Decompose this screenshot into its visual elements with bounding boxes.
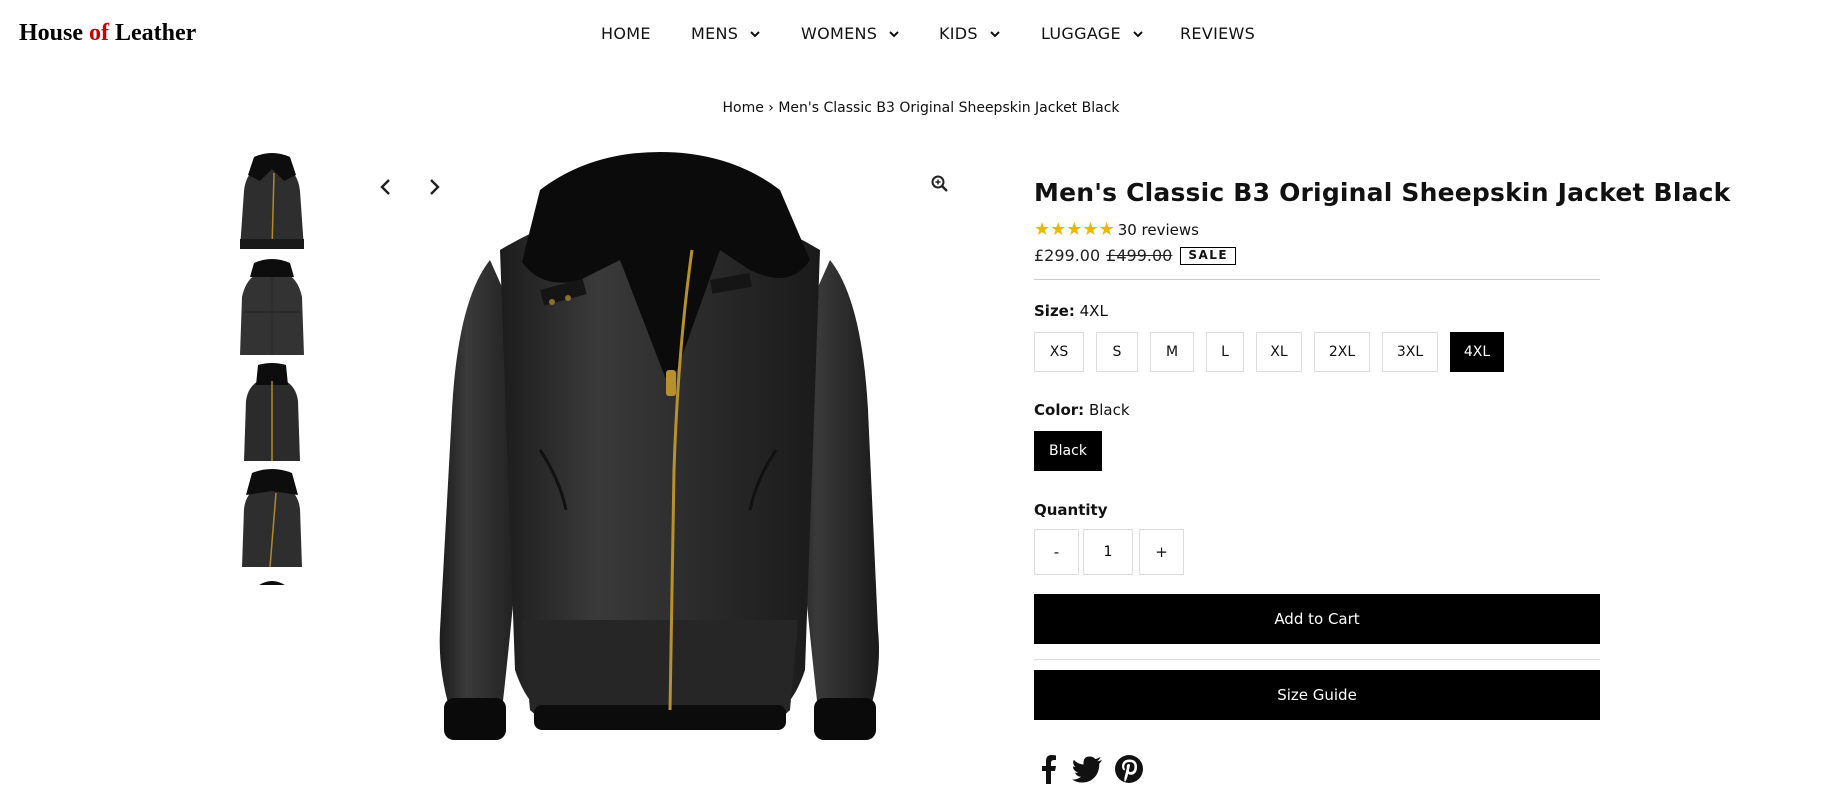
breadcrumb-separator: › bbox=[763, 100, 779, 116]
chevron-down-icon bbox=[990, 30, 1000, 37]
chevron-left-icon[interactable] bbox=[375, 176, 397, 198]
twitter-icon[interactable] bbox=[1072, 754, 1104, 788]
color-label: Color: Black bbox=[1034, 401, 1600, 419]
color-label-text: Color: bbox=[1034, 401, 1085, 419]
size-option-s[interactable]: S bbox=[1096, 332, 1138, 372]
breadcrumb: Home › Men's Classic B3 Original Sheepsk… bbox=[0, 100, 1842, 116]
sale-badge: SALE bbox=[1180, 246, 1237, 265]
nav-womens-label: WOMENS bbox=[801, 24, 878, 43]
size-option-4xl[interactable]: 4XL bbox=[1450, 332, 1504, 372]
nav-womens[interactable]: WOMENS bbox=[801, 24, 901, 43]
size-option-xl[interactable]: XL bbox=[1256, 332, 1302, 372]
chevron-down-icon bbox=[889, 30, 899, 37]
thumbnail-front-closed[interactable] bbox=[224, 363, 320, 461]
thumbnail-list bbox=[224, 151, 320, 585]
social-share bbox=[1034, 754, 1600, 788]
current-price: £299.00 bbox=[1034, 246, 1101, 265]
nav-luggage[interactable]: LUGGAGE bbox=[1041, 24, 1145, 43]
size-option-l[interactable]: L bbox=[1206, 332, 1244, 372]
nav-reviews[interactable]: REVIEWS bbox=[1180, 24, 1255, 43]
thumbnail-partial[interactable] bbox=[224, 575, 320, 585]
size-label: Size: 4XL bbox=[1034, 302, 1600, 320]
star-rating-icon: ★★★★★ bbox=[1034, 219, 1115, 240]
rating[interactable]: ★★★★★ 30 reviews bbox=[1034, 219, 1600, 240]
nav-home-label: HOME bbox=[601, 24, 651, 43]
product-main-image[interactable] bbox=[430, 150, 890, 790]
product-title: Men's Classic B3 Original Sheepskin Jack… bbox=[1034, 178, 1731, 207]
divider bbox=[1034, 659, 1600, 660]
thumbnail-back[interactable] bbox=[224, 257, 320, 355]
nav-kids-label: KIDS bbox=[939, 24, 978, 43]
thumbnail-front-open[interactable] bbox=[224, 151, 320, 249]
review-count[interactable]: 30 reviews bbox=[1118, 221, 1199, 239]
quantity-decrease-button[interactable]: - bbox=[1034, 529, 1079, 575]
color-options: Black bbox=[1034, 431, 1600, 471]
size-option-2xl[interactable]: 2XL bbox=[1314, 332, 1370, 372]
quantity-input[interactable] bbox=[1083, 529, 1133, 575]
thumbnail-side[interactable] bbox=[224, 469, 320, 567]
breadcrumb-home[interactable]: Home bbox=[723, 100, 764, 116]
size-option-m[interactable]: M bbox=[1150, 332, 1194, 372]
size-options: XS S M L XL 2XL 3XL 4XL bbox=[1034, 332, 1600, 372]
chevron-down-icon bbox=[1133, 30, 1143, 37]
quantity-label: Quantity bbox=[1034, 501, 1108, 519]
pinterest-icon[interactable] bbox=[1114, 754, 1144, 788]
size-label-text: Size: bbox=[1034, 302, 1075, 320]
color-selected-value: Black bbox=[1088, 401, 1130, 419]
size-option-xs[interactable]: XS bbox=[1034, 332, 1084, 372]
original-price: £499.00 bbox=[1106, 246, 1173, 265]
breadcrumb-current: Men's Classic B3 Original Sheepskin Jack… bbox=[778, 100, 1120, 116]
nav-kids[interactable]: KIDS bbox=[939, 24, 1002, 43]
chevron-down-icon bbox=[750, 30, 760, 37]
price-row: £299.00 £499.00 SALE bbox=[1034, 246, 1600, 265]
add-to-cart-button[interactable]: Add to Cart bbox=[1034, 594, 1600, 644]
nav-luggage-label: LUGGAGE bbox=[1041, 24, 1121, 43]
size-guide-button[interactable]: Size Guide bbox=[1034, 670, 1600, 720]
zoom-icon[interactable] bbox=[930, 174, 950, 194]
nav-mens-label: MENS bbox=[691, 24, 739, 43]
color-option-black[interactable]: Black bbox=[1034, 431, 1102, 471]
nav-reviews-label: REVIEWS bbox=[1180, 24, 1256, 43]
quantity-increase-button[interactable]: + bbox=[1139, 529, 1184, 575]
facebook-icon[interactable] bbox=[1034, 754, 1062, 788]
nav-mens[interactable]: MENS bbox=[691, 24, 762, 43]
size-selected-value: 4XL bbox=[1079, 302, 1108, 320]
product-info: Men's Classic B3 Original Sheepskin Jack… bbox=[1034, 178, 1731, 788]
nav-home[interactable]: HOME bbox=[601, 24, 651, 43]
size-option-3xl[interactable]: 3XL bbox=[1382, 332, 1438, 372]
divider bbox=[1034, 279, 1600, 280]
quantity-stepper: - + bbox=[1034, 529, 1600, 575]
main-nav: HOME MENS WOMENS KIDS LUGGAGE REVIEWS bbox=[0, 24, 1842, 44]
